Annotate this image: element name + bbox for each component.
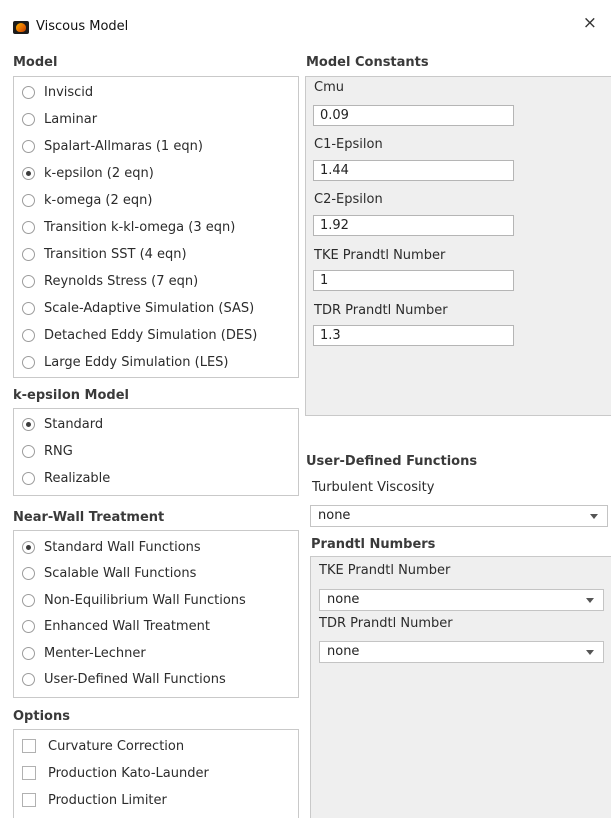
near-wall-header: Near-Wall Treatment — [13, 510, 165, 525]
radio-button-selected[interactable] — [22, 540, 35, 554]
radio-button-selected[interactable] — [22, 417, 35, 431]
tdr-prandtl-field[interactable]: 1.3 — [313, 325, 514, 346]
options-group: Curvature Correction Production Kato-Lau… — [13, 729, 299, 818]
radio-standard-wall-functions[interactable]: Standard Wall Functions — [22, 536, 201, 558]
radio-button[interactable] — [22, 85, 35, 99]
chevron-down-icon[interactable] — [586, 650, 594, 655]
radio-rng[interactable]: RNG — [22, 440, 73, 462]
radio-button[interactable] — [22, 274, 35, 288]
radio-scalable-wall-functions[interactable]: Scalable Wall Functions — [22, 562, 196, 584]
c2-epsilon-field[interactable]: 1.92 — [313, 215, 514, 236]
tdr-prandtl-udf-select[interactable]: none — [319, 641, 604, 663]
radio-button-selected[interactable] — [22, 166, 35, 180]
chevron-down-icon[interactable] — [590, 514, 598, 519]
radio-non-equilibrium-wall-functions[interactable]: Non-Equilibrium Wall Functions — [22, 589, 246, 611]
radio-spalart-allmaras[interactable]: Spalart-Allmaras (1 eqn) — [22, 135, 203, 157]
options-header: Options — [13, 709, 70, 724]
radio-standard[interactable]: Standard — [22, 413, 103, 435]
radio-button[interactable] — [22, 301, 35, 315]
k-epsilon-model-group: Standard RNG Realizable — [13, 408, 299, 496]
radio-button[interactable] — [22, 220, 35, 234]
turbulent-viscosity-label: Turbulent Viscosity — [312, 480, 435, 495]
prandtl-numbers-panel: TKE Prandtl Number none TDR Prandtl Numb… — [310, 556, 611, 818]
tdr-prandtl-label: TDR Prandtl Number — [314, 303, 448, 318]
checkbox[interactable] — [22, 793, 36, 807]
radio-button[interactable] — [22, 112, 35, 126]
cmu-label: Cmu — [314, 80, 344, 95]
radio-k-epsilon[interactable]: k-epsilon (2 eqn) — [22, 162, 154, 184]
radio-button[interactable] — [22, 593, 35, 607]
model-group: Inviscid Laminar Spalart-Allmaras (1 eqn… — [13, 76, 299, 378]
radio-button[interactable] — [22, 646, 35, 660]
radio-transition-sst[interactable]: Transition SST (4 eqn) — [22, 243, 187, 265]
checkbox[interactable] — [22, 766, 36, 780]
c2-epsilon-label: C2-Epsilon — [314, 192, 383, 207]
radio-enhanced-wall-treatment[interactable]: Enhanced Wall Treatment — [22, 615, 210, 637]
close-icon[interactable]: × — [583, 15, 597, 32]
tdr-prandtl-udf-label: TDR Prandtl Number — [319, 616, 453, 631]
radio-button[interactable] — [22, 471, 35, 485]
radio-sas[interactable]: Scale-Adaptive Simulation (SAS) — [22, 297, 254, 319]
radio-button[interactable] — [22, 247, 35, 261]
radio-user-defined-wall-functions[interactable]: User-Defined Wall Functions — [22, 668, 226, 690]
checkbox-curvature-correction[interactable]: Curvature Correction — [22, 735, 184, 757]
radio-button[interactable] — [22, 566, 35, 580]
radio-button[interactable] — [22, 444, 35, 458]
title-bar: Viscous Model × — [0, 0, 611, 40]
radio-les[interactable]: Large Eddy Simulation (LES) — [22, 351, 228, 373]
radio-button[interactable] — [22, 328, 35, 342]
radio-menter-lechner[interactable]: Menter-Lechner — [22, 642, 146, 664]
k-epsilon-model-header: k-epsilon Model — [13, 388, 129, 403]
tke-prandtl-udf-label: TKE Prandtl Number — [319, 563, 451, 578]
tke-prandtl-udf-select[interactable]: none — [319, 589, 604, 611]
radio-transition-k-kl-omega[interactable]: Transition k-kl-omega (3 eqn) — [22, 216, 235, 238]
chevron-down-icon[interactable] — [586, 598, 594, 603]
radio-button[interactable] — [22, 193, 35, 207]
cmu-field[interactable]: 0.09 — [313, 105, 514, 126]
radio-reynolds-stress[interactable]: Reynolds Stress (7 eqn) — [22, 270, 198, 292]
radio-button[interactable] — [22, 355, 35, 369]
checkbox-production-limiter[interactable]: Production Limiter — [22, 789, 167, 811]
tke-prandtl-label: TKE Prandtl Number — [314, 248, 446, 263]
c1-epsilon-field[interactable]: 1.44 — [313, 160, 514, 181]
fluent-app-icon — [13, 21, 29, 34]
prandtl-numbers-header: Prandtl Numbers — [311, 537, 436, 552]
c1-epsilon-label: C1-Epsilon — [314, 137, 383, 152]
turbulent-viscosity-select[interactable]: none — [310, 505, 608, 527]
near-wall-group: Standard Wall Functions Scalable Wall Fu… — [13, 530, 299, 698]
radio-button[interactable] — [22, 619, 35, 633]
model-constants-panel: Cmu 0.09 C1-Epsilon 1.44 C2-Epsilon 1.92… — [305, 76, 611, 416]
radio-inviscid[interactable]: Inviscid — [22, 81, 93, 103]
window-title: Viscous Model — [36, 19, 129, 34]
model-header: Model — [13, 55, 58, 70]
radio-des[interactable]: Detached Eddy Simulation (DES) — [22, 324, 257, 346]
radio-button[interactable] — [22, 139, 35, 153]
radio-k-omega[interactable]: k-omega (2 eqn) — [22, 189, 152, 211]
radio-button[interactable] — [22, 672, 35, 686]
checkbox-production-kato-launder[interactable]: Production Kato-Launder — [22, 762, 209, 784]
tke-prandtl-field[interactable]: 1 — [313, 270, 514, 291]
radio-laminar[interactable]: Laminar — [22, 108, 97, 130]
udf-header: User-Defined Functions — [306, 454, 478, 469]
radio-realizable[interactable]: Realizable — [22, 467, 110, 489]
model-constants-header: Model Constants — [306, 55, 429, 70]
checkbox[interactable] — [22, 739, 36, 753]
